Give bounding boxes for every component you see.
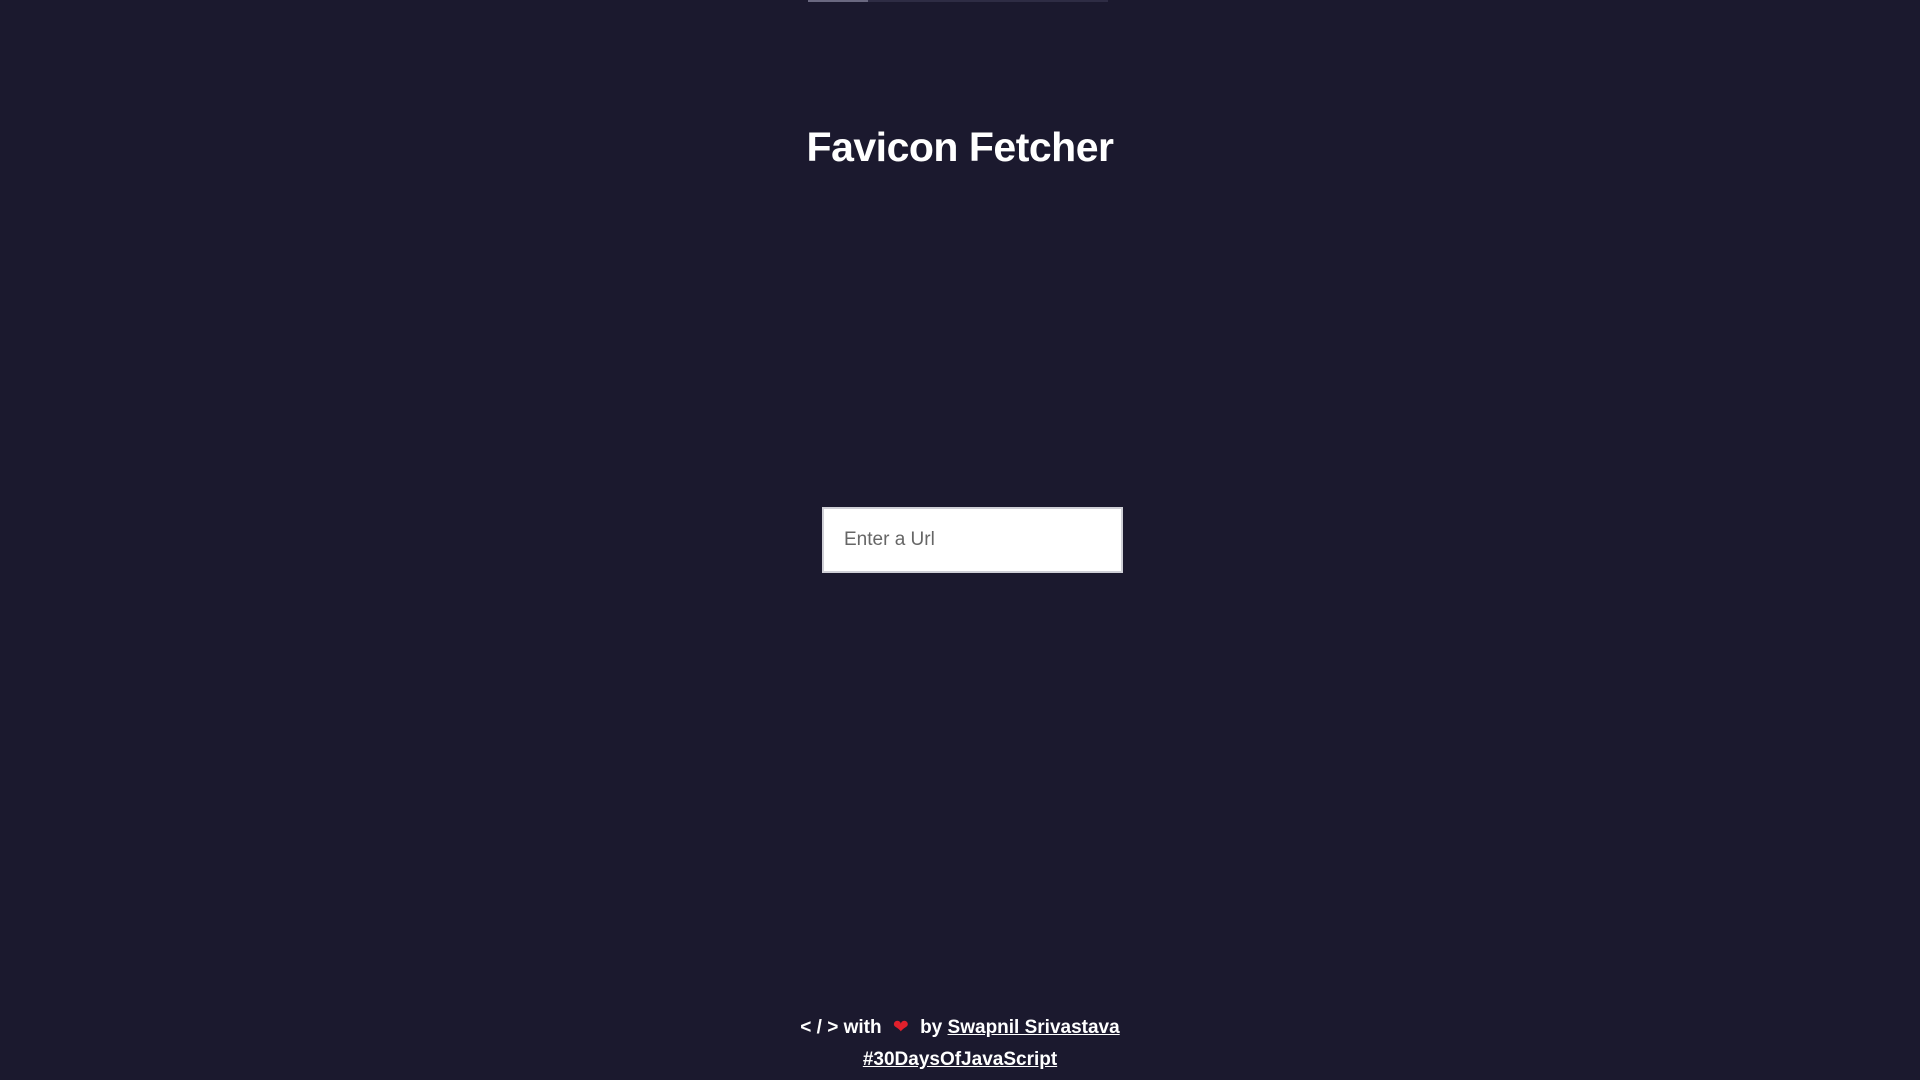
top-progress-bar (808, 0, 1108, 2)
code-symbol: < / > (800, 1017, 839, 1038)
heart-icon: ❤ (892, 1017, 909, 1038)
url-input[interactable] (822, 507, 1123, 573)
footer-hashtag-line: #30DaysOfJavaScript (0, 1044, 1920, 1076)
author-link[interactable]: Swapnil Srivastava (948, 1017, 1120, 1038)
hashtag-link[interactable]: #30DaysOfJavaScript (863, 1049, 1057, 1070)
footer-credit-line: < / > with ❤ by Swapnil Srivastava (0, 1012, 1920, 1044)
footer: < / > with ❤ by Swapnil Srivastava #30Da… (0, 1012, 1920, 1076)
page: Favicon Fetcher < / > with ❤ by Swapnil … (0, 0, 1920, 1080)
with-text: with (843, 1017, 882, 1038)
page-title: Favicon Fetcher (806, 124, 1114, 170)
top-progress-fill (808, 0, 868, 2)
by-text: by (920, 1017, 943, 1038)
